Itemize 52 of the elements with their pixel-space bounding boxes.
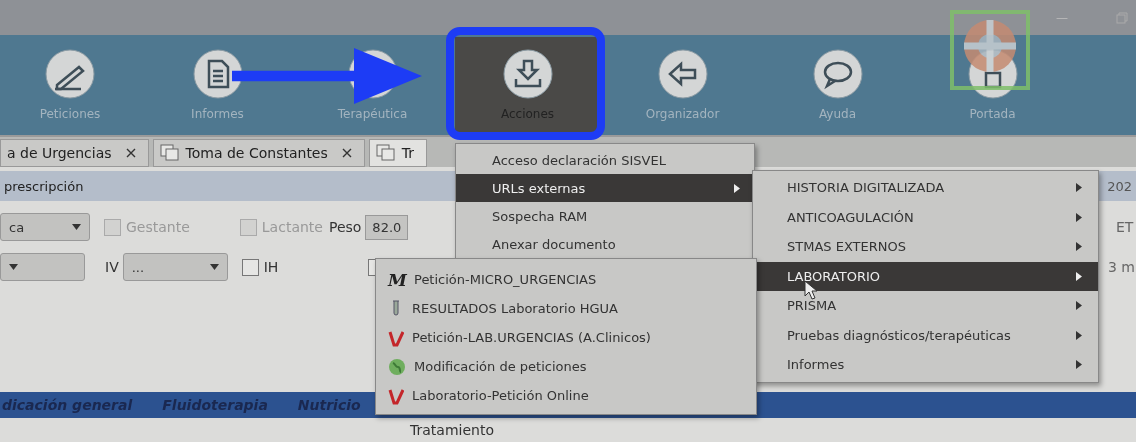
iv-dropdown[interactable]: ...	[122, 253, 228, 281]
section-title: prescripción	[4, 178, 84, 194]
checkbox[interactable]: IH	[241, 258, 279, 276]
menu-item[interactable]: Anexar documento	[456, 230, 754, 258]
section-heading: Tratamiento	[410, 422, 494, 438]
menu-item[interactable]: Sospecha RAM	[456, 202, 754, 230]
menu-item[interactable]: Informes	[753, 350, 1098, 380]
globe-icon	[388, 357, 406, 376]
caret-icon	[72, 224, 81, 230]
menu-item[interactable]: M Petición-MICRO_URGENCIAS	[376, 265, 756, 294]
mouse-cursor-icon	[804, 280, 818, 300]
submenu-arrow-icon	[1076, 301, 1082, 311]
document-tab[interactable]: a de Urgencias	[0, 139, 149, 167]
value-text: 3 m	[1108, 259, 1135, 275]
menu-item[interactable]: Laboratorio-Petición Online	[376, 381, 756, 410]
menu-item[interactable]: HISTORIA DIGITALIZADA	[753, 173, 1098, 203]
download-icon	[502, 49, 553, 99]
date-text: 202	[1107, 178, 1132, 194]
weight-label: Peso	[328, 219, 362, 235]
windows-icon	[375, 144, 396, 162]
submenu-arrow-icon	[1076, 330, 1082, 340]
lifebuoy-icon	[950, 10, 1030, 90]
menu-item[interactable]: Pruebas diagnósticos/terapéuticas	[753, 320, 1098, 350]
menu-item[interactable]: Petición-LAB.URGENCIAS (A.Clinicos)	[376, 323, 756, 352]
document-tab[interactable]: Toma de Constantes	[152, 139, 365, 167]
menu-item[interactable]: PRISMA	[753, 291, 1098, 321]
menu-item[interactable]: URLs externas	[456, 174, 754, 202]
submenu-arrow-icon	[1076, 360, 1082, 370]
menu-item[interactable]: RESULTADOS Laboratorio HGUA	[376, 294, 756, 323]
close-icon[interactable]	[125, 148, 136, 158]
document-tab[interactable]: Tr	[368, 139, 428, 167]
iv-label: IV	[105, 259, 119, 275]
arrow-left-icon	[657, 49, 708, 99]
speech-bubble-icon	[812, 49, 863, 99]
submenu-arrow-icon	[1076, 271, 1082, 281]
caret-icon	[9, 264, 18, 270]
submenu-arrow-icon	[1076, 183, 1082, 193]
document-icon	[192, 49, 243, 99]
submenu-arrow-icon	[1076, 212, 1082, 222]
menu-item[interactable]: Modificación de peticiones	[376, 352, 756, 381]
menu-item[interactable]: Acceso declaración SISVEL	[456, 146, 754, 174]
menu-item[interactable]: STMAS EXTERNOS	[753, 232, 1098, 262]
menu-item[interactable]: ANTICOAGULACIÓN	[753, 202, 1098, 232]
weight-field[interactable]: 82.0	[365, 214, 409, 240]
dropdown[interactable]: ca	[0, 213, 90, 241]
caret-icon	[209, 264, 219, 270]
windows-icon	[159, 144, 180, 162]
submenu-arrow-icon	[734, 183, 740, 193]
submenu-arrow-icon	[1076, 242, 1082, 252]
pencil-icon	[45, 49, 95, 99]
close-icon[interactable]	[341, 148, 352, 158]
field-label: ET	[1116, 219, 1134, 235]
